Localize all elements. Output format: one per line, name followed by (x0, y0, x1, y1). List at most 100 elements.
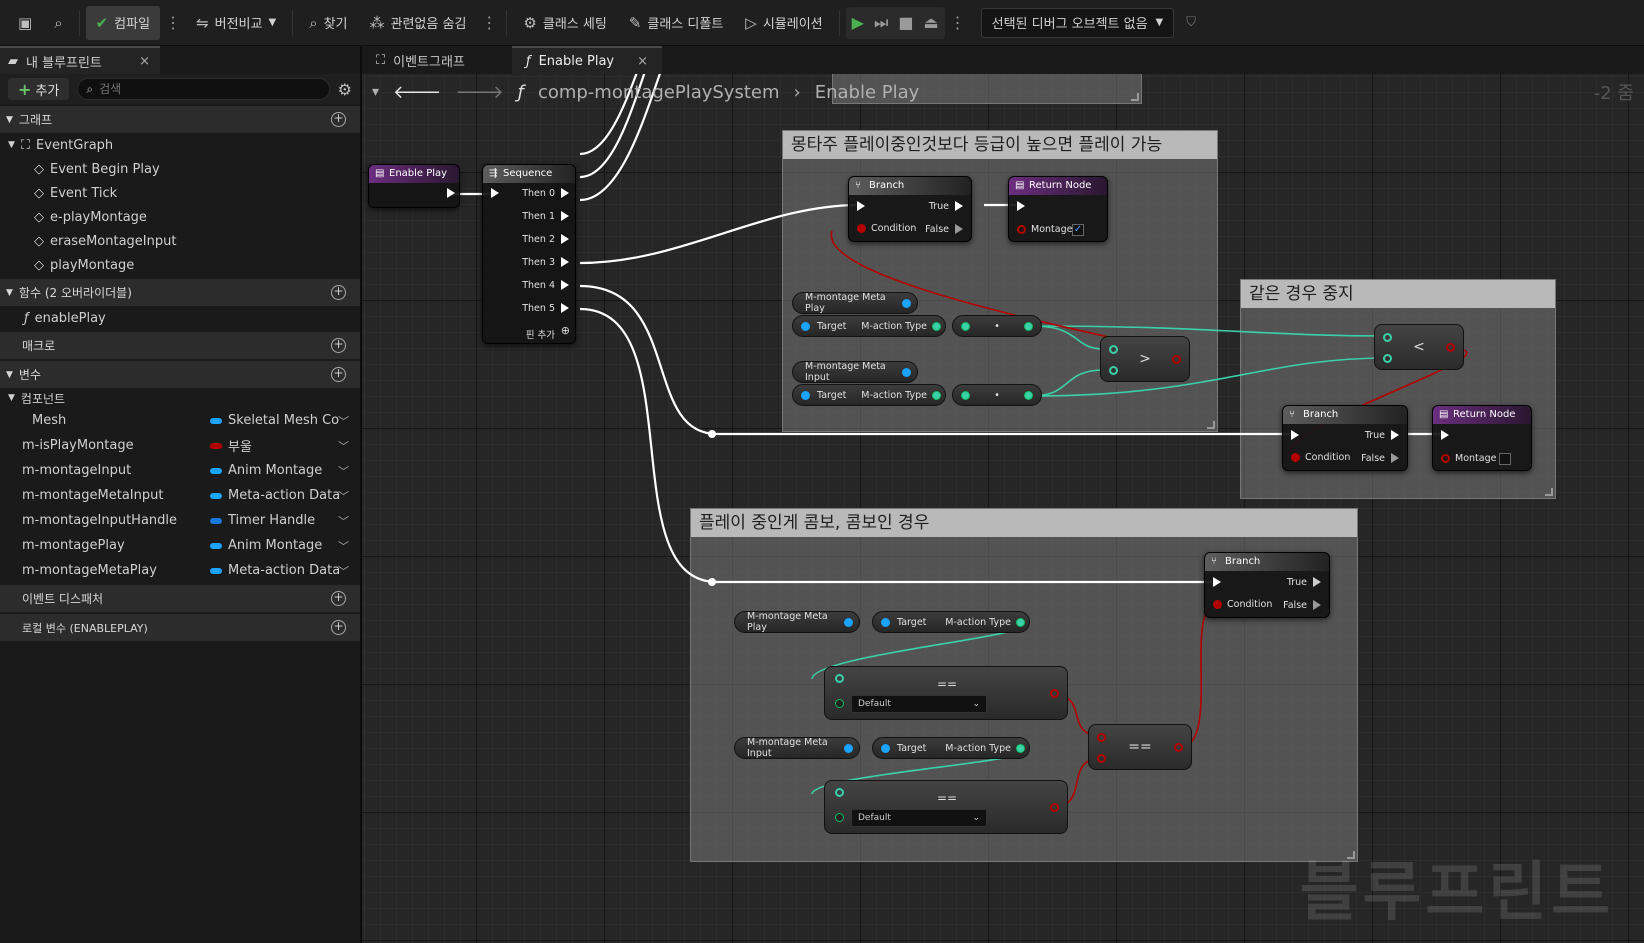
return-node-1[interactable]: ▤ Return Node Montage ✓ (1008, 176, 1108, 242)
montage-pin[interactable] (1441, 454, 1450, 463)
false-pin[interactable] (1313, 600, 1321, 610)
getter-meta-play[interactable]: M-montage Meta Play (734, 611, 860, 633)
variable-type[interactable]: 부울 (210, 436, 252, 455)
a-pin[interactable] (835, 674, 844, 683)
tree-item-event[interactable]: ◇ Event Tick (0, 181, 360, 205)
variable-type[interactable]: Meta-action Data (210, 563, 340, 578)
sequence-node[interactable]: ⇶ Sequence Then 0 Then 1 Then 2 Then 3 Th… (482, 164, 576, 344)
stop-icon[interactable]: ■ (898, 13, 913, 32)
simulation-button[interactable]: ▷ 시뮬레이션 (735, 6, 832, 40)
enable-play-entry-node[interactable]: ▤ Enable Play (368, 164, 460, 208)
variable-row[interactable]: m-montageMetaInput Meta-action Data ﹀ (0, 483, 360, 508)
add-function-icon[interactable]: + (331, 285, 346, 300)
true-pin[interactable] (1391, 430, 1399, 440)
forward-arrow-icon[interactable]: 🡒 (455, 82, 503, 103)
a-pin[interactable] (1097, 733, 1106, 742)
find-button[interactable]: ⌕ 찾기 (299, 6, 357, 40)
b-pin[interactable] (835, 813, 844, 822)
debug-object-select[interactable]: 선택된 디버그 오브젝트 없음 ▼ (980, 7, 1175, 38)
target-pin[interactable] (801, 391, 810, 400)
search-input[interactable] (99, 82, 300, 96)
close-icon[interactable]: × (139, 54, 150, 69)
true-pin[interactable] (1313, 577, 1321, 587)
event-dispatchers-section-header[interactable]: 이벤트 디스패처 + (0, 585, 360, 612)
class-settings-button[interactable]: ⚙ 클래스 세팅 (513, 6, 616, 40)
chevron-down-icon[interactable]: ﹀ (338, 538, 349, 554)
then-pin[interactable] (561, 257, 569, 267)
chevron-down-icon[interactable]: ﹀ (338, 563, 349, 579)
a-pin[interactable] (1383, 333, 1392, 342)
output-pin[interactable] (844, 744, 853, 753)
byte-convert-node[interactable]: • (952, 315, 1042, 337)
break-struct-node[interactable]: Target M-action Type (872, 737, 1030, 759)
variable-row[interactable]: m-montagePlay Anim Montage ﹀ (0, 533, 360, 558)
add-local-var-icon[interactable]: + (331, 620, 346, 635)
my-blueprint-tab[interactable]: ▰ 내 블루프린트 × (0, 46, 160, 74)
then-pin[interactable] (561, 234, 569, 244)
b-pin[interactable] (1097, 754, 1106, 763)
target-pin[interactable] (881, 618, 890, 627)
false-pin[interactable] (955, 224, 963, 234)
functions-section-header[interactable]: ▼ 함수 (2 오버라이더블) + (0, 279, 360, 306)
exec-in-pin[interactable] (1441, 430, 1449, 440)
variable-type[interactable]: Skeletal Mesh Co (210, 413, 339, 428)
getter-meta-play[interactable]: M-montage Meta Play (792, 292, 918, 314)
debug-filter-icon[interactable]: ⛉ (1176, 6, 1206, 40)
add-pin-icon[interactable]: ⊕ (561, 324, 570, 337)
variable-type[interactable]: Meta-action Data (210, 488, 340, 503)
hide-options-icon[interactable]: ⋮ (478, 13, 500, 32)
getter-meta-input[interactable]: M-montage Meta Input (792, 361, 918, 383)
then-pin[interactable] (561, 211, 569, 221)
exec-in-pin[interactable] (1291, 430, 1299, 440)
montage-checkbox[interactable] (1499, 453, 1511, 465)
action-type-pin[interactable] (932, 322, 941, 331)
break-struct-node[interactable]: Target M-action Type (872, 611, 1030, 633)
add-pin-label[interactable]: 핀 추가 (526, 327, 555, 341)
input-pin[interactable] (961, 391, 970, 400)
chevron-down-icon[interactable]: ﹀ (338, 413, 349, 429)
less-than-node[interactable]: < (1374, 324, 1464, 370)
add-macro-icon[interactable]: + (331, 338, 346, 353)
components-category[interactable]: ▼ 컴포넌트 (0, 388, 360, 408)
result-pin[interactable] (1172, 355, 1181, 364)
tree-item-event[interactable]: ◇ eraseMontageInput (0, 229, 360, 253)
enum-equal-node[interactable]: == Default ⌄ (824, 780, 1068, 834)
exec-in-pin[interactable] (857, 201, 865, 211)
graphs-section-header[interactable]: ▼ 그래프 + (0, 106, 360, 133)
tree-item-event[interactable]: ◇ e-playMontage (0, 205, 360, 229)
play-icon[interactable]: ▶ (852, 13, 864, 32)
add-dispatcher-icon[interactable]: + (331, 591, 346, 606)
tree-item-event[interactable]: ◇ Event Begin Play (0, 157, 360, 181)
return-node-2[interactable]: ▤ Return Node Montage (1432, 405, 1532, 471)
action-type-pin[interactable] (1016, 618, 1025, 627)
a-pin[interactable] (1109, 345, 1118, 354)
result-pin[interactable] (1174, 743, 1183, 752)
variable-row[interactable]: m-montageInput Anim Montage ﹀ (0, 458, 360, 483)
macros-section-header[interactable]: 매크로 + (0, 332, 360, 359)
break-struct-node[interactable]: Target M-action Type (792, 384, 946, 406)
b-pin[interactable] (1383, 354, 1392, 363)
hide-unrelated-button[interactable]: ⁂ 관련없음 숨김 (360, 6, 477, 40)
variable-type[interactable]: Anim Montage (210, 463, 322, 478)
chevron-down-icon[interactable]: ﹀ (338, 513, 349, 529)
b-pin[interactable] (1109, 366, 1118, 375)
break-struct-node[interactable]: Target M-action Type (792, 315, 946, 337)
tab-enable-play[interactable]: ƒ Enable Play × (512, 46, 662, 74)
chevron-down-icon[interactable]: ﹀ (338, 488, 349, 504)
browse-button[interactable]: ⌕ (44, 6, 72, 40)
enum-dropdown[interactable]: Default ⌄ (851, 695, 987, 713)
variable-row[interactable]: m-isPlayMontage 부울 ﹀ (0, 433, 360, 458)
tree-item-event[interactable]: ◇ playMontage (0, 253, 360, 277)
input-pin[interactable] (961, 322, 970, 331)
class-defaults-button[interactable]: ✎ 클래스 디폴트 (619, 6, 733, 40)
result-pin[interactable] (1050, 803, 1059, 812)
add-variable-icon[interactable]: + (331, 367, 346, 382)
branch-node-1[interactable]: ⑂ Branch True Condition False (848, 176, 972, 242)
bool-equal-node[interactable]: == (1088, 724, 1192, 770)
action-type-pin[interactable] (932, 391, 941, 400)
condition-pin[interactable] (1213, 600, 1222, 609)
compile-options-icon[interactable]: ⋮ (162, 13, 184, 32)
variables-section-header[interactable]: ▼ 변수 + (0, 361, 360, 388)
branch-node-3[interactable]: ⑂ Branch True Condition False (1204, 552, 1330, 618)
target-pin[interactable] (881, 744, 890, 753)
